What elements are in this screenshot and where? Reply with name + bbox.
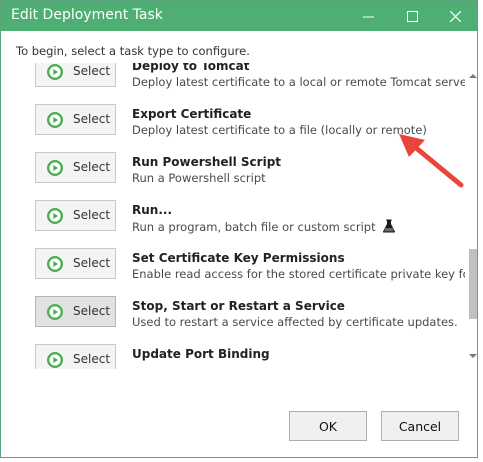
select-label: Select — [73, 352, 111, 366]
maximize-icon — [406, 10, 418, 22]
task-row-set-key-permissions: Select Set Certificate Key Permissions E… — [31, 241, 465, 289]
task-type-list-inner: Select Deploy to Tomcat Deploy latest ce… — [31, 63, 465, 369]
edit-deployment-task-dialog: Edit Deployment Task To begin, select a … — [0, 0, 478, 458]
ok-button[interactable]: OK — [289, 411, 367, 441]
task-title: Run... — [132, 203, 173, 217]
task-title: Export Certificate — [132, 107, 252, 121]
task-row-update-port-binding: Select Update Port Binding — [31, 337, 465, 369]
select-label: Select — [73, 304, 111, 318]
scroll-up-arrow-icon[interactable] — [466, 71, 480, 81]
task-title: Set Certificate Key Permissions — [132, 251, 345, 265]
close-button[interactable] — [433, 1, 477, 31]
task-title: Run Powershell Script — [132, 155, 282, 169]
intro-text: To begin, select a task type to configur… — [16, 44, 250, 58]
task-title: Deploy to Tomcat — [132, 63, 250, 73]
close-icon — [449, 10, 461, 22]
select-label: Select — [73, 256, 111, 270]
play-circle-icon — [47, 160, 63, 176]
select-button[interactable]: Select — [35, 248, 116, 279]
task-description: Enable read access for the stored certif… — [132, 267, 465, 281]
select-label: Select — [73, 160, 111, 174]
task-title: Stop, Start or Restart a Service — [132, 299, 345, 313]
select-label: Select — [73, 64, 111, 78]
task-title: Update Port Binding — [132, 347, 270, 361]
task-description: Run a program, batch file or custom scri… — [132, 220, 376, 234]
task-description: Deploy latest certificate to a local or … — [132, 75, 465, 89]
select-label: Select — [73, 208, 111, 222]
window-title: Edit Deployment Task — [11, 7, 163, 23]
play-circle-icon — [47, 208, 63, 224]
select-button[interactable]: Select — [35, 152, 116, 183]
task-row-deploy-tomcat: Select Deploy to Tomcat Deploy latest ce… — [31, 63, 465, 97]
scrollbar-thumb[interactable] — [469, 249, 477, 319]
play-circle-icon — [47, 64, 63, 80]
minimize-button[interactable] — [346, 1, 390, 31]
play-circle-icon — [47, 352, 63, 368]
select-button[interactable]: Select — [35, 200, 116, 231]
cancel-button[interactable]: Cancel — [381, 411, 459, 441]
task-description: Run a Powershell script — [132, 171, 266, 185]
maximize-button[interactable] — [390, 1, 434, 31]
select-button[interactable]: Select — [35, 63, 116, 87]
play-circle-icon — [47, 256, 63, 272]
title-bar[interactable]: Edit Deployment Task — [1, 1, 477, 31]
play-circle-icon — [47, 304, 63, 320]
list-scrollbar[interactable] — [466, 63, 480, 369]
select-button[interactable]: Select — [35, 104, 116, 135]
annotation-arrow-icon — [399, 134, 464, 188]
task-description-wrap: Run a program, batch file or custom scri… — [132, 219, 396, 234]
task-description: Deploy latest certificate to a file (loc… — [132, 123, 427, 137]
play-circle-icon — [47, 112, 63, 128]
task-row-run: Select Run... Run a program, batch file … — [31, 193, 465, 241]
task-description: Used to restart a service affected by ce… — [132, 315, 458, 329]
task-type-list[interactable]: Select Deploy to Tomcat Deploy latest ce… — [31, 63, 465, 369]
scroll-down-arrow-icon[interactable] — [466, 351, 480, 361]
flask-icon — [382, 219, 395, 233]
select-button[interactable]: Select — [35, 344, 116, 369]
select-label: Select — [73, 112, 111, 126]
select-button[interactable]: Select — [35, 296, 116, 327]
task-row-restart-service: Select Stop, Start or Restart a Service … — [31, 289, 465, 337]
minimize-icon — [362, 16, 374, 17]
